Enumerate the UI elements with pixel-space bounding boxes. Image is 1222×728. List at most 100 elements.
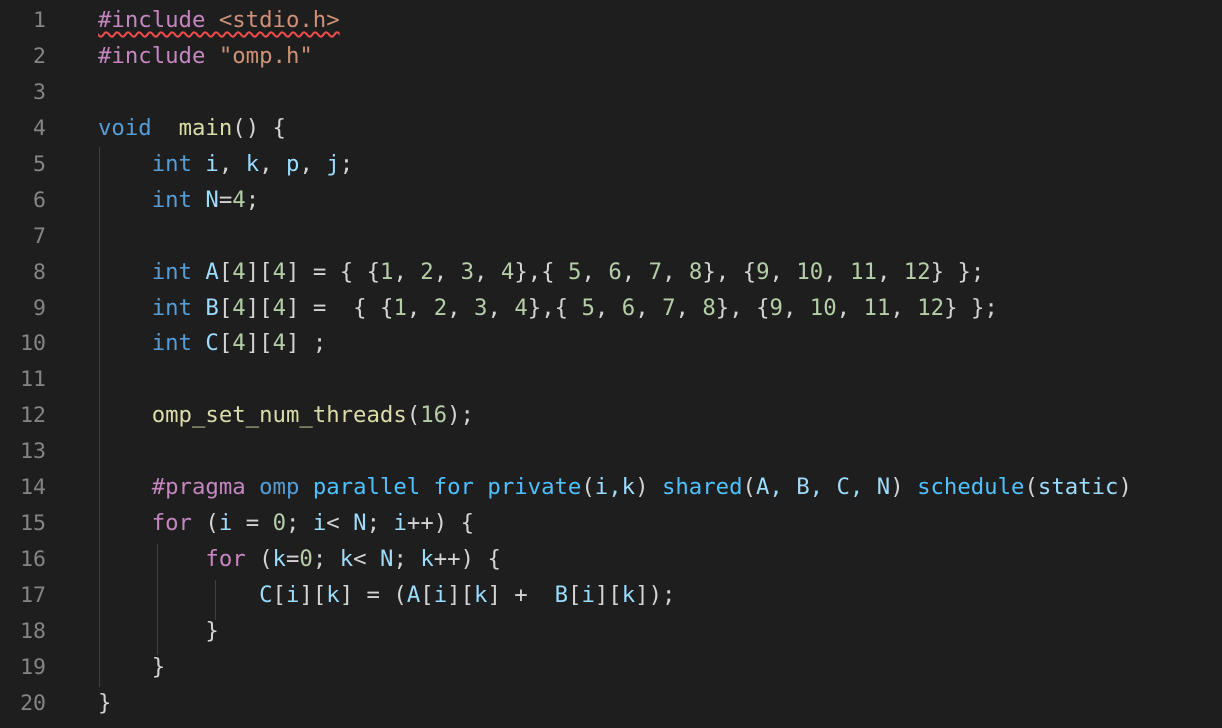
code-token: N: [380, 546, 394, 573]
code-token: ,: [662, 258, 689, 285]
code-line[interactable]: void main() {: [98, 111, 1222, 147]
code-token: ): [890, 474, 904, 501]
code-token: 5: [568, 258, 582, 285]
line-number: 1: [33, 8, 46, 33]
code-token: k: [245, 150, 260, 177]
code-token: ] ;: [286, 330, 327, 357]
code-line[interactable]: omp_set_num_threads(16);: [98, 398, 1222, 434]
code-token: ,: [769, 258, 797, 285]
code-token: ,: [675, 294, 703, 321]
code-token: 4: [514, 294, 528, 321]
code-token: 12: [917, 294, 945, 321]
code-token: shared: [661, 474, 743, 501]
code-line[interactable]: #include <stdio.h>: [98, 3, 1222, 39]
code-token: ,: [487, 294, 515, 321]
code-token: k: [272, 546, 286, 573]
line-number: 3: [33, 79, 46, 105]
code-token: ;: [245, 186, 260, 213]
line-number: 12: [20, 403, 46, 429]
code-token: (: [1024, 474, 1038, 501]
code-line[interactable]: int C[4][4] ;: [98, 326, 1222, 362]
code-token: ] +: [487, 582, 555, 608]
code-line[interactable]: int A[4][4] = { {1, 2, 3, 4},{ 5, 6, 7, …: [98, 255, 1222, 291]
code-token: ][: [245, 258, 273, 285]
code-token: #include: [98, 7, 219, 33]
code-line[interactable]: for (i = 0; i< N; i++) {: [98, 506, 1222, 542]
code-token: }: [98, 689, 112, 716]
code-token: (: [406, 402, 421, 429]
code-token: ++) {: [406, 510, 475, 537]
code-line[interactable]: int B[4][4] = { {1, 2, 3, 4},{ 5, 6, 7, …: [98, 291, 1222, 327]
code-token: i: [393, 510, 407, 537]
code-token: ][: [245, 294, 273, 321]
code-line[interactable]: }: [98, 686, 1222, 722]
code-token: =: [218, 186, 233, 213]
code-token: }: [98, 617, 219, 644]
code-token: [: [218, 330, 233, 357]
code-token: 10: [796, 258, 824, 285]
code-token: ] = { {: [286, 294, 394, 321]
code-token: ;: [393, 546, 421, 573]
code-line[interactable]: [98, 362, 1222, 398]
code-token: j: [326, 150, 340, 177]
code-token: B: [205, 294, 219, 321]
code-line[interactable]: int i, k, p, j;: [98, 147, 1222, 183]
code-token: int: [151, 150, 192, 177]
code-token: k: [621, 582, 636, 608]
code-token: ,: [621, 258, 649, 285]
code-line[interactable]: for (k=0; k< N; k++) {: [98, 542, 1222, 578]
code-token: }, {: [715, 294, 770, 321]
code-token: ,: [823, 258, 851, 285]
code-line[interactable]: [98, 75, 1222, 111]
code-token: k: [474, 582, 488, 608]
code-token: () {: [232, 114, 286, 141]
code-token: ++) {: [433, 546, 501, 573]
code-token: i,k: [594, 474, 636, 501]
code-token: ,: [447, 294, 475, 321]
line-number: 5: [33, 151, 46, 177]
code-line[interactable]: }: [98, 614, 1222, 650]
code-area[interactable]: #include <stdio.h> #include "omp.h" void …: [98, 3, 1222, 722]
code-token: int: [151, 294, 192, 321]
code-token: =: [232, 510, 273, 537]
code-token: ][: [299, 582, 327, 608]
line-number: 19: [20, 654, 46, 680]
code-token: 9: [756, 258, 770, 285]
code-line[interactable]: }: [98, 650, 1222, 686]
code-token: [: [568, 582, 582, 608]
code-token: } };: [930, 258, 985, 285]
code-token: 16: [420, 402, 448, 429]
line-number: 11: [20, 367, 46, 393]
code-token: ,: [635, 294, 663, 321]
code-line[interactable]: C[i][k] = (A[i][k] + B[i][k]);: [98, 578, 1222, 614]
code-token: ][: [245, 330, 273, 357]
code-token: 0: [272, 510, 286, 537]
code-line[interactable]: #pragma omp parallel for private(i,k) sh…: [98, 470, 1222, 506]
code-line[interactable]: [98, 219, 1222, 255]
code-token: =: [285, 546, 300, 573]
code-token: ,: [474, 258, 501, 285]
code-token: i: [285, 582, 300, 608]
code-token: parallel: [312, 474, 421, 501]
code-token: #include: [98, 42, 219, 69]
line-number-gutter: 1 2 3 4 5 6 7 8 9 10 11 12 13 14 15 16 17 18 19 20: [0, 3, 56, 722]
line-number: 18: [20, 618, 46, 644]
code-line[interactable]: [98, 434, 1222, 470]
code-token: N: [205, 186, 219, 213]
code-token: ;: [312, 546, 340, 573]
code-token: 3: [474, 294, 488, 321]
code-line[interactable]: #include "omp.h": [98, 39, 1222, 75]
code-line[interactable]: int N=4;: [98, 183, 1222, 219]
code-editor[interactable]: 1 2 3 4 5 6 7 8 9 10 11 12 13 14 15 16 17 18 19 20 #include…: [0, 0, 1222, 728]
